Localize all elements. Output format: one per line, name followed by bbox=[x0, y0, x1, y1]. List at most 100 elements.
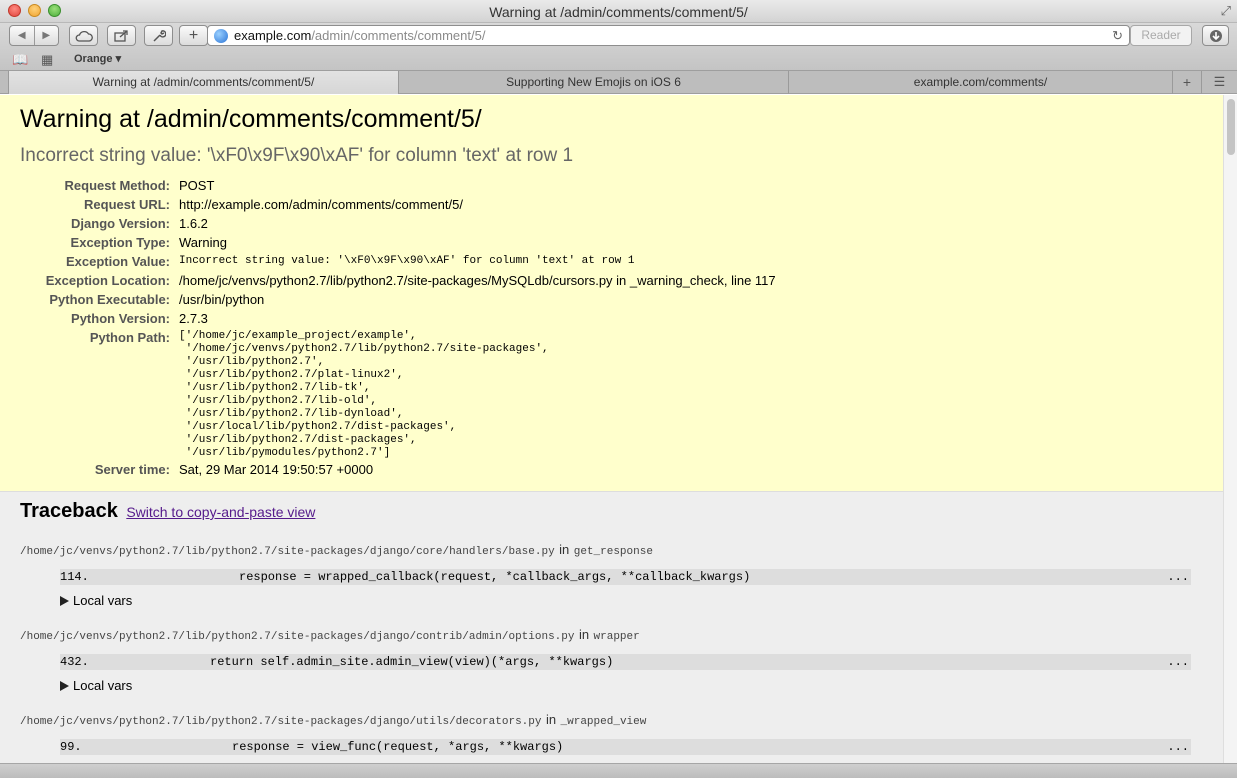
meta-row: Request Method: POST bbox=[20, 176, 1203, 195]
python-path-entry: '/usr/local/lib/python2.7/dist-packages'… bbox=[179, 421, 457, 433]
python-path-entry: '/home/jc/venvs/python2.7/lib/python2.7/… bbox=[179, 343, 549, 355]
share-icon bbox=[113, 30, 128, 42]
traceback-frame: /home/jc/venvs/python2.7/lib/python2.7/s… bbox=[20, 541, 1203, 608]
forward-button[interactable]: ▶ bbox=[35, 30, 59, 41]
tab-emojis[interactable]: Supporting New Emojis on iOS 6 bbox=[399, 71, 789, 94]
meta-row: Python Executable: /usr/bin/python bbox=[20, 290, 1203, 309]
meta-value: http://example.com/admin/comments/commen… bbox=[179, 197, 463, 212]
traceback-section: Traceback Switch to copy-and-paste view … bbox=[0, 492, 1223, 763]
python-path-entry: '/usr/lib/python2.7/lib-dynload', bbox=[179, 408, 404, 420]
meta-row-server-time: Server time: Sat, 29 Mar 2014 19:50:57 +… bbox=[20, 460, 1203, 479]
local-vars-label: Local vars bbox=[73, 593, 133, 608]
tab-comments[interactable]: example.com/comments/ bbox=[789, 71, 1173, 94]
meta-row: Exception Type: Warning bbox=[20, 233, 1203, 252]
python-path-entry: '/usr/lib/python2.7/lib-tk', bbox=[179, 382, 371, 394]
wrench-icon bbox=[152, 29, 166, 42]
expand-context-ellipsis[interactable]: ... bbox=[1167, 739, 1189, 755]
traceback-frame: /home/jc/venvs/python2.7/lib/python2.7/s… bbox=[20, 626, 1203, 693]
code-text: response = view_func(request, *args, **k… bbox=[232, 740, 564, 754]
error-summary: Warning at /admin/comments/comment/5/ In… bbox=[0, 95, 1223, 492]
meta-row-python-path: Python Path: ['/home/jc/example_project/… bbox=[20, 328, 1203, 460]
settings-button[interactable] bbox=[144, 25, 173, 46]
bookmarks-bar: 📖 ▦ Orange ▾ bbox=[0, 49, 1237, 69]
python-path-entry: '/usr/lib/python2.7', bbox=[179, 356, 325, 368]
globe-icon bbox=[214, 29, 228, 43]
python-path-entry: '/usr/lib/pymodules/python2.7'] bbox=[179, 447, 391, 459]
tab-warning[interactable]: Warning at /admin/comments/comment/5/ bbox=[8, 71, 399, 94]
meta-label: Python Executable: bbox=[49, 292, 170, 307]
meta-label: Request Method: bbox=[64, 178, 170, 193]
python-path-entry: '/usr/lib/python2.7/lib-old', bbox=[179, 395, 378, 407]
meta-row: Exception Value: Incorrect string value:… bbox=[20, 252, 1203, 271]
status-bar bbox=[0, 763, 1237, 778]
line-number: 114. bbox=[60, 570, 89, 584]
page-title: Warning at /admin/comments/comment/5/ bbox=[20, 105, 482, 133]
traceback-frame: /home/jc/venvs/python2.7/lib/python2.7/s… bbox=[20, 711, 1203, 763]
python-path-entry: '/usr/lib/python2.7/dist-packages', bbox=[179, 434, 417, 446]
reading-list-icon[interactable]: 📖 bbox=[12, 52, 28, 68]
new-tab-button[interactable]: + bbox=[1173, 71, 1202, 94]
meta-value: /usr/bin/python bbox=[179, 292, 265, 307]
line-number: 432. bbox=[60, 655, 89, 669]
local-vars-toggle[interactable]: Local vars bbox=[60, 593, 1203, 608]
python-path-entry: '/usr/lib/python2.7/plat-linux2', bbox=[179, 369, 404, 381]
code-text: response = wrapped_callback(request, *ca… bbox=[239, 570, 751, 584]
expand-context-ellipsis[interactable]: ... bbox=[1167, 654, 1189, 670]
window-title: Warning at /admin/comments/comment/5/ bbox=[489, 4, 748, 20]
cloud-icon bbox=[75, 30, 93, 42]
meta-row: Exception Location: /home/jc/venvs/pytho… bbox=[20, 271, 1203, 290]
meta-label: Python Version: bbox=[71, 311, 170, 326]
meta-label: Server time: bbox=[94, 462, 170, 477]
context-line[interactable]: 432. return self.admin_site.admin_view(v… bbox=[60, 654, 1191, 670]
page-content: Warning at /admin/comments/comment/5/ In… bbox=[0, 95, 1223, 763]
url-host: example.com bbox=[234, 28, 312, 43]
meta-value: Warning bbox=[179, 235, 227, 250]
scrollbar-thumb[interactable] bbox=[1227, 99, 1235, 155]
add-bookmark-button[interactable]: + bbox=[179, 25, 208, 46]
expand-context-ellipsis[interactable]: ... bbox=[1167, 569, 1189, 585]
fullscreen-icon[interactable]: ⤢ bbox=[1221, 3, 1231, 19]
copy-paste-view-link[interactable]: Switch to copy-and-paste view bbox=[126, 504, 315, 520]
icloud-tabs-button[interactable] bbox=[69, 25, 98, 46]
meta-label: Exception Type: bbox=[70, 235, 170, 250]
meta-label: Django Version: bbox=[71, 216, 170, 231]
exception-message: Incorrect string value: '\xF0\x9F\x90\xA… bbox=[20, 145, 574, 166]
code-text: return self.admin_site.admin_view(view)(… bbox=[210, 655, 614, 669]
frame-in: in bbox=[559, 542, 570, 557]
frame-function: wrapper bbox=[593, 631, 640, 643]
top-sites-icon[interactable]: ▦ bbox=[41, 52, 53, 68]
meta-row: Request URL: http://example.com/admin/co… bbox=[20, 195, 1203, 214]
frame-in: in bbox=[578, 627, 590, 642]
context-line[interactable]: 99. response = view_func(request, *args,… bbox=[60, 739, 1191, 755]
line-number: 99. bbox=[60, 740, 82, 754]
meta-value: Incorrect string value: '\xF0\x9F\x90\xA… bbox=[179, 255, 635, 267]
tab-overview-icon[interactable]: ☰ bbox=[1202, 71, 1237, 94]
reload-icon[interactable]: ↻ bbox=[1112, 26, 1123, 45]
frame-function: _wrapped_view bbox=[560, 716, 647, 728]
frame-file: /home/jc/venvs/python2.7/lib/python2.7/s… bbox=[20, 716, 542, 728]
frame-in: in bbox=[545, 712, 557, 727]
url-path: /admin/comments/comment/5/ bbox=[311, 28, 486, 43]
meta-value: /home/jc/venvs/python2.7/lib/python2.7/s… bbox=[179, 273, 776, 288]
reader-button[interactable]: Reader bbox=[1130, 25, 1192, 46]
frame-file: /home/jc/venvs/python2.7/lib/python2.7/s… bbox=[20, 546, 555, 558]
disclosure-triangle-icon bbox=[60, 596, 69, 606]
share-button[interactable] bbox=[107, 25, 136, 46]
meta-value: 2.7.3 bbox=[179, 311, 208, 326]
context-line[interactable]: 114. response = wrapped_callback(request… bbox=[60, 569, 1191, 585]
disclosure-triangle-icon bbox=[60, 681, 69, 691]
plus-icon: + bbox=[188, 26, 199, 44]
meta-value: 1.6.2 bbox=[179, 216, 208, 231]
traceback-heading: Traceback bbox=[20, 500, 118, 522]
address-bar[interactable]: example.com/admin/comments/comment/5/ ↻ bbox=[207, 25, 1130, 46]
meta-row: Django Version: 1.6.2 bbox=[20, 214, 1203, 233]
vertical-scrollbar[interactable] bbox=[1223, 95, 1237, 763]
downloads-button[interactable] bbox=[1202, 25, 1229, 46]
download-icon bbox=[1209, 29, 1222, 42]
meta-label: Python Path: bbox=[89, 330, 170, 345]
back-button[interactable]: ◀ bbox=[10, 30, 34, 41]
tab-bar: Warning at /admin/comments/comment/5/ Su… bbox=[0, 70, 1237, 94]
local-vars-toggle[interactable]: Local vars bbox=[60, 678, 1203, 693]
meta-label: Exception Location: bbox=[45, 273, 170, 288]
bookmark-folder-orange[interactable]: Orange ▾ bbox=[74, 52, 121, 65]
